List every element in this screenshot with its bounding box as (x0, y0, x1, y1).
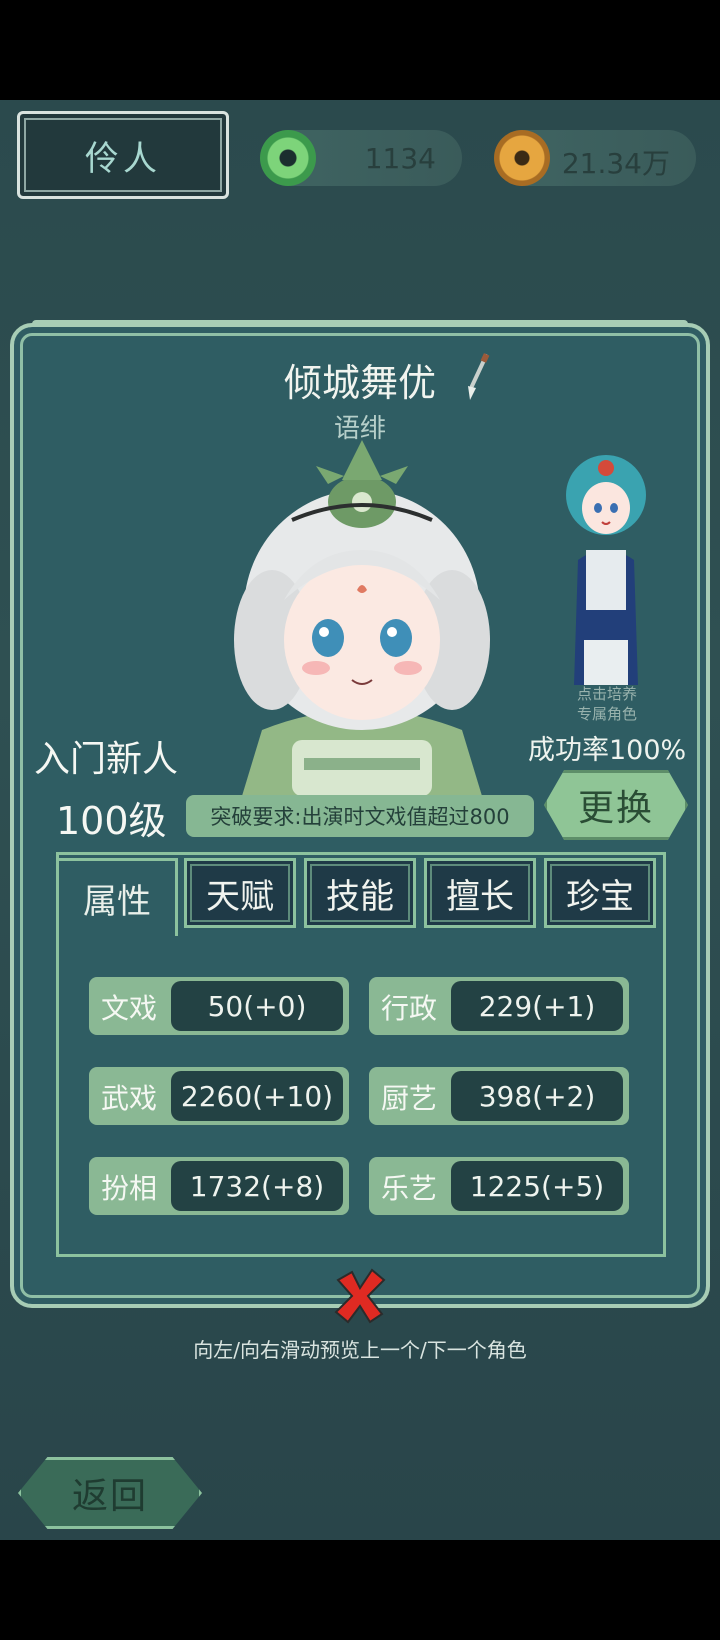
page-title: 伶人 (17, 111, 229, 199)
coin-resource-bar: 21.34万 (494, 130, 696, 186)
rename-brush-icon[interactable] (462, 352, 492, 402)
coin-icon (494, 130, 550, 186)
stat-label: 乐艺 (381, 1172, 438, 1205)
exclusive-character-portrait[interactable] (556, 440, 656, 685)
stat-value: 2260(+10) (171, 1071, 343, 1121)
stat-banxiang: 扮相 1732(+8) (89, 1157, 349, 1215)
character-level: 100级 (56, 799, 167, 843)
stat-label: 厨艺 (381, 1082, 438, 1115)
jade-value: 1134 (364, 142, 436, 175)
stat-label: 行政 (381, 992, 438, 1025)
stat-xingzheng: 行政 229(+1) (369, 977, 629, 1035)
side-hint-line2: 专属角色 (576, 705, 637, 723)
character-rank: 入门新人 (34, 739, 179, 780)
tab-skills[interactable]: 技能 (304, 858, 416, 928)
success-rate: 成功率100% (528, 735, 687, 766)
jade-icon (260, 130, 316, 186)
stat-label: 文戏 (101, 992, 158, 1025)
stat-value: 229(+1) (451, 981, 623, 1031)
back-button[interactable]: 返回 (18, 1457, 202, 1529)
swipe-hint: 向左/向右滑动预览上一个/下一个角色 (193, 1338, 527, 1362)
stat-wuxi: 武戏 2260(+10) (89, 1067, 349, 1125)
tab-specialty[interactable]: 擅长 (424, 858, 536, 928)
stat-wenxi: 文戏 50(+0) (89, 977, 349, 1035)
stat-value: 1225(+5) (451, 1161, 623, 1211)
side-hint-line1: 点击培养 (576, 685, 637, 703)
character-name: 倾城舞优 (283, 361, 436, 405)
stat-yueyi: 乐艺 1225(+5) (369, 1157, 629, 1215)
stat-chuyi: 厨艺 398(+2) (369, 1067, 629, 1125)
character-portrait (234, 440, 490, 796)
breakthrough-requirement: 突破要求:出演时文戏值超过800 (186, 795, 534, 837)
jade-resource-bar: 1134 (260, 130, 462, 186)
stat-label: 武戏 (101, 1082, 158, 1115)
stat-value: 398(+2) (451, 1071, 623, 1121)
close-icon[interactable] (330, 1266, 390, 1326)
tab-talent[interactable]: 天赋 (184, 858, 296, 928)
tab-treasure[interactable]: 珍宝 (544, 858, 656, 928)
stat-value: 50(+0) (171, 981, 343, 1031)
change-button[interactable]: 更换 (544, 770, 688, 840)
tab-attributes[interactable]: 属性 (56, 858, 178, 936)
coin-value: 21.34万 (561, 147, 670, 180)
stat-label: 扮相 (101, 1172, 158, 1205)
stat-value: 1732(+8) (171, 1161, 343, 1211)
